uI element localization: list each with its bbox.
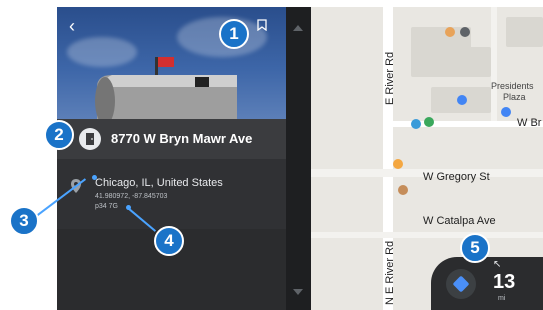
poi-food-icon[interactable] bbox=[445, 27, 455, 37]
door-icon bbox=[79, 128, 101, 150]
navigate-button[interactable] bbox=[446, 269, 476, 299]
address-row[interactable]: 8770 W Bryn Mawr Ave bbox=[57, 119, 286, 159]
distance-unit: mi bbox=[498, 295, 506, 302]
callout-badge-1: 1 bbox=[219, 19, 249, 49]
panel-scrollbar[interactable] bbox=[286, 7, 311, 310]
building-block bbox=[461, 47, 491, 77]
poi-food-icon[interactable] bbox=[398, 185, 408, 195]
road-catalpa bbox=[311, 232, 543, 238]
road-label-w-br: W Br bbox=[517, 117, 542, 129]
place-photo: ‹ bbox=[57, 7, 286, 119]
callout-3-dot bbox=[92, 175, 97, 180]
city-text: Chicago, IL, United States bbox=[95, 177, 223, 189]
road-label-n-e-river-rd: N E River Rd bbox=[384, 240, 396, 305]
back-button[interactable]: ‹ bbox=[69, 17, 75, 35]
mailbox-image bbox=[95, 57, 237, 119]
address-text: 8770 W Bryn Mawr Ave bbox=[111, 131, 253, 146]
callout-badge-2: 2 bbox=[44, 120, 74, 150]
bookmark-icon[interactable] bbox=[257, 19, 267, 31]
poi-shop-icon[interactable] bbox=[501, 107, 511, 117]
poi-shop-icon[interactable] bbox=[457, 95, 467, 105]
coordinates-text: 41.980972, -87.845703 bbox=[95, 193, 168, 200]
car-display: ‹ 8770 W Bryn Mawr Ave Chicago, IL, Unit… bbox=[57, 7, 543, 310]
callout-badge-3: 3 bbox=[9, 206, 39, 236]
turn-direction-icon: ↖ bbox=[493, 259, 502, 270]
building-block bbox=[506, 17, 543, 47]
road-minor bbox=[491, 7, 497, 121]
callout-badge-4: 4 bbox=[154, 226, 184, 256]
scroll-up-icon[interactable] bbox=[293, 25, 303, 31]
distance-value: 13 bbox=[493, 271, 516, 293]
poi-place-icon[interactable] bbox=[460, 27, 470, 37]
road-label-e-river-rd: E River Rd bbox=[384, 51, 396, 105]
callout-4-dot bbox=[126, 205, 131, 210]
place-label-presidents: Presidents bbox=[491, 81, 534, 91]
plus-code-text: p34 7G bbox=[95, 203, 118, 210]
location-info: Chicago, IL, United States 41.980972, -8… bbox=[57, 159, 286, 229]
callout-badge-5: 5 bbox=[460, 233, 490, 263]
navigation-arrow-icon bbox=[452, 275, 470, 293]
scroll-down-icon[interactable] bbox=[293, 289, 303, 295]
place-label-plaza: Plaza bbox=[503, 92, 526, 102]
poi-food-icon[interactable] bbox=[393, 159, 403, 169]
poi-service-icon[interactable] bbox=[411, 119, 421, 129]
road-label-w-catalpa-ave: W Catalpa Ave bbox=[423, 215, 496, 227]
road-label-w-gregory-st: W Gregory St bbox=[423, 171, 490, 183]
poi-park-icon[interactable] bbox=[424, 117, 434, 127]
place-details-panel: ‹ 8770 W Bryn Mawr Ave Chicago, IL, Unit… bbox=[57, 7, 286, 310]
